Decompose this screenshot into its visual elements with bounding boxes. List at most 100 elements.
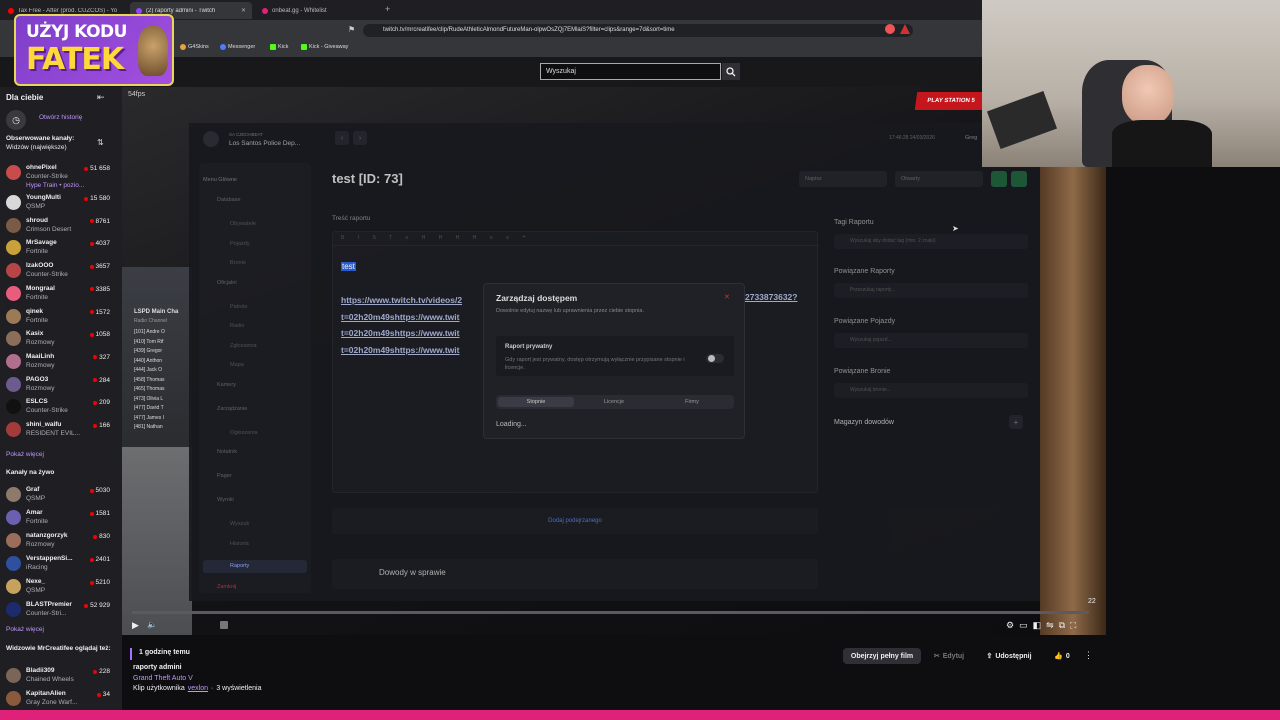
menu-item[interactable]: Zgłoszenia [230,343,257,349]
related-reports-input[interactable]: Przeszukaj raporty... [834,283,1028,298]
like-button[interactable]: 👍 0 [1048,648,1076,664]
channel-row[interactable]: ESLCS Counter-Strike 209 [0,396,122,418]
bookmark-item[interactable]: G4Skins [180,44,209,50]
menu-item[interactable]: Raporty [203,560,307,573]
menu-item[interactable]: Wyszuk [230,521,249,527]
channel-row[interactable]: Nexe_ QSMP 5210 [0,576,122,598]
channel-row[interactable]: Mongraal Fortnite 3385 [0,283,122,305]
private-toggle[interactable] [706,354,724,363]
author-select[interactable]: Napisz [799,171,887,187]
bookmark-item[interactable]: Kick [270,44,288,50]
menu-item[interactable]: Zamknij [217,584,236,590]
menu-item[interactable]: Pager [217,473,232,479]
back-button[interactable]: ‹ [335,131,349,145]
menu-item[interactable]: Oficjalni [217,280,237,286]
related-weapons-input[interactable]: Wyszukaj bronie... [834,383,1028,398]
menu-item[interactable]: Obywatele [230,221,256,227]
channel-row[interactable]: natanzgorzyk Rozmowy 830 [0,530,122,552]
more-options-icon[interactable]: ⋮ [1084,650,1093,661]
search-button[interactable] [722,63,740,80]
status-select[interactable]: Otwarty [895,171,983,187]
volume-icon[interactable]: 🔈 [147,620,157,629]
menu-item[interactable]: Zarządzanie [217,406,247,412]
menu-item[interactable]: Database [217,197,241,203]
related-weapons-placeholder: Wyszukaj bronie... [850,387,891,393]
progress-bar[interactable] [132,611,1089,614]
channel-row[interactable]: shroud Crimson Desert 8761 [0,215,122,237]
settings-button[interactable] [991,171,1007,187]
player-right-controls[interactable]: ⚙▭◧⇋⧉⛶ [1006,620,1081,631]
content-link-line[interactable]: t=02h20m49shttps://www.twit [341,325,462,342]
viewer-count-value: 8761 [95,217,110,225]
save-button[interactable] [1011,171,1027,187]
menu-item[interactable]: Wyroki [217,497,234,503]
channel-row[interactable]: shini_waifu RESIDENT EVIL... 166 [0,419,122,441]
channel-row[interactable]: YoungMulti QSMP 15 580 [0,192,122,214]
forward-button[interactable]: › [353,131,367,145]
clip-game-link[interactable]: Grand Theft Auto V [133,675,193,682]
channel-row[interactable]: qinek Fortnite 1572 [0,306,122,328]
channel-row[interactable]: Graf QSMP 5030 [0,484,122,506]
menu-item[interactable]: Historia [230,541,249,547]
bookmark-item[interactable]: Kick - Giveaway [301,44,348,50]
related-vehicles-input[interactable]: Wyszukaj pojazd... [834,333,1028,348]
extension-icon[interactable] [885,24,895,34]
show-more-link[interactable]: Pokaż więcej [6,451,44,458]
collapse-icon[interactable]: ⇤ [97,92,105,103]
tab-licencje[interactable]: Licencje [576,397,652,407]
clip-author-link[interactable]: vexlon [188,685,208,692]
menu-item[interactable]: Notatnik [217,449,237,455]
full-movie-button[interactable]: Obejrzyj pełny film [843,648,921,664]
menu-item[interactable]: Radio [230,323,244,329]
content-link-line[interactable]: t=02h20m49shttps://www.twit [341,309,462,326]
channel-row[interactable]: ohnePixel Counter-Strike 51 658 Hype Train … [0,162,122,189]
tab-stopnie[interactable]: Stopnie [498,397,574,407]
tab-firmy[interactable]: Firmy [654,397,730,407]
new-tab-icon[interactable]: + [385,4,390,14]
mute-icon[interactable] [220,621,228,629]
menu-item[interactable]: Pojazdy [230,241,250,247]
close-icon[interactable]: ✕ [241,7,246,14]
menu-item[interactable]: Patrole [230,304,247,310]
channel-row[interactable]: PAGO3 Rozmowy 284 [0,374,122,396]
bookmark-icon[interactable]: ⚑ [348,25,355,34]
play-icon[interactable]: ▶ [132,620,139,631]
edit-button[interactable]: ✂ Edytuj [927,648,971,664]
menu-item[interactable]: Kamery [217,382,236,388]
modal-close-icon[interactable]: ✕ [724,293,730,301]
channel-row[interactable]: Amar Fortnite 1581 [0,507,122,529]
menu-item[interactable]: Mapa [230,362,244,368]
bookmark-item[interactable]: Messenger [220,44,255,50]
tags-input[interactable]: Wyszukaj aby dodać tag (min. 2 znaki) [834,234,1028,249]
content-highlight: test [341,262,356,271]
channel-game: Counter-Stri... [26,610,67,617]
content-link-tail[interactable]: 2733873632? [745,292,797,302]
content-link-line[interactable]: t=02h20m49shttps://www.twit [341,342,462,359]
channel-name: PAGO3 [26,375,49,383]
channel-row[interactable]: VerstappenSi... iRacing 2401 [0,553,122,575]
menu-item[interactable]: Ogłoszenia [230,430,258,436]
url-field[interactable]: twitch.tv/mrcreatifee/clip/RudeAthleticA… [363,24,913,37]
sort-icon[interactable]: ⇅ [97,138,104,147]
open-history-link[interactable]: Otwórz historię [39,114,82,121]
channel-row[interactable]: IzakOOO Counter-Strike 3657 [0,260,122,282]
bookmark-label: Kick - Giveaway [309,44,349,50]
browser-tab[interactable]: onbeat.gg - Whitelist [256,2,378,19]
menu-item[interactable]: Bronie [230,260,246,266]
channel-row[interactable]: Bladii309 Chained Wheels 228 [0,665,122,687]
channel-row[interactable]: MrSavage Fortnite 4037 [0,237,122,259]
search-input[interactable]: Wyszukaj [540,63,721,80]
channel-row[interactable]: KapitanAlien Gray Zone Warf... 34 [0,688,122,710]
content-links[interactable]: https://www.twitch.tv/videos/2 t=02h20m49… [341,292,462,358]
add-suspect-button[interactable]: Dodaj podejrzanego [332,508,818,534]
channel-row[interactable]: Kasix Rozmowy 1058 [0,328,122,350]
content-link-line[interactable]: https://www.twitch.tv/videos/2 [341,292,462,309]
editor-toolbar[interactable]: B I S T ≡ H H H H ≡ ≡ ❝ [333,232,819,246]
add-evidence-button[interactable]: + [1009,415,1023,429]
channel-row[interactable]: BLASTPremier Counter-Stri... 52 929 [0,599,122,621]
show-more-link[interactable]: Pokaż więcej [6,626,44,633]
channel-row[interactable]: MaaiLinh Rozmowy 327 [0,351,122,373]
channel-name: Kasix [26,330,44,338]
share-button[interactable]: ⇪ Udostępnij [980,648,1038,664]
history-icon[interactable]: ◷ [6,110,26,130]
